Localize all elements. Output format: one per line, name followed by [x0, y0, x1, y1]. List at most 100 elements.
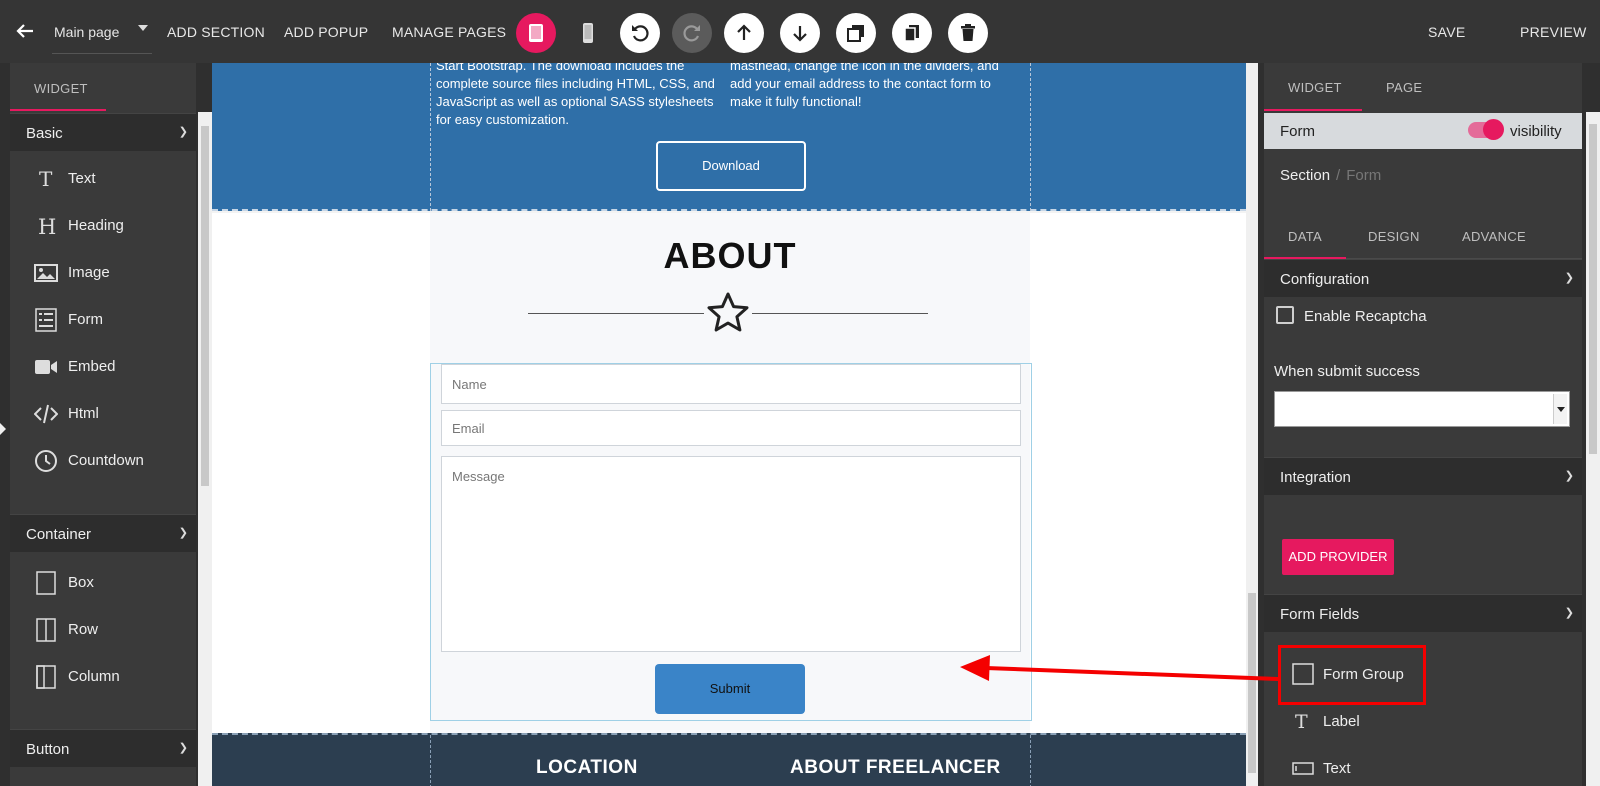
- back-arrow-icon[interactable]: [14, 20, 36, 42]
- breadcrumb-separator: /: [1336, 167, 1341, 184]
- chevron-down-icon: ❯: [1564, 470, 1574, 482]
- tab-advance[interactable]: ADVANCE: [1462, 229, 1526, 244]
- chevron-down-icon: ❯: [1564, 272, 1574, 284]
- field-text[interactable]: Text: [1264, 747, 1582, 786]
- field-label-item[interactable]: T Label: [1264, 700, 1582, 744]
- widget-row[interactable]: Row: [10, 610, 196, 650]
- copy-button[interactable]: [892, 13, 932, 53]
- configuration-section[interactable]: Configuration ❯: [1264, 259, 1582, 297]
- tab-widget[interactable]: WIDGET: [10, 63, 106, 111]
- form-icon: [35, 308, 57, 332]
- widget-label: Image: [68, 264, 110, 281]
- widget-label: Box: [68, 574, 94, 591]
- svg-text:H: H: [38, 215, 56, 238]
- trash-icon: [961, 24, 975, 41]
- form-fields-section[interactable]: Form Fields ❯: [1264, 594, 1582, 632]
- widget-label: Text: [68, 170, 96, 187]
- active-tab-indicator: [1264, 109, 1362, 111]
- preview-button[interactable]: PREVIEW: [1520, 24, 1587, 40]
- tab-design[interactable]: DESIGN: [1368, 229, 1420, 244]
- widget-label: Heading: [68, 217, 124, 234]
- divider-line: [752, 313, 928, 314]
- svg-text:T: T: [1295, 711, 1308, 732]
- widget-html[interactable]: Html: [10, 394, 196, 434]
- recaptcha-checkbox[interactable]: [1276, 306, 1294, 324]
- footer-about-heading: ABOUT FREELANCER: [790, 757, 1001, 778]
- chevron-down-icon: [138, 25, 148, 31]
- submit-success-label: When submit success: [1274, 363, 1420, 380]
- integration-section[interactable]: Integration ❯: [1264, 457, 1582, 495]
- breadcrumb-section[interactable]: Section: [1280, 167, 1330, 184]
- tab-widget[interactable]: WIDGET: [1288, 80, 1342, 95]
- hero-section[interactable]: Start Bootstrap. The download includes t…: [212, 63, 1246, 211]
- group-button-label: Button: [26, 741, 70, 758]
- download-button[interactable]: Download: [656, 141, 806, 191]
- duplicate-button[interactable]: [836, 13, 876, 53]
- chevron-down-icon: [1553, 394, 1567, 424]
- footer-section[interactable]: LOCATION ABOUT FREELANCER: [212, 733, 1246, 786]
- field-label: Label: [1323, 713, 1360, 730]
- submit-button[interactable]: Submit: [655, 664, 805, 714]
- scroll-thumb[interactable]: [201, 126, 209, 486]
- widget-column[interactable]: Column: [10, 657, 196, 697]
- tablet-view-button[interactable]: [516, 13, 556, 53]
- add-provider-button[interactable]: ADD PROVIDER: [1282, 539, 1394, 575]
- breadcrumb-form: Form: [1346, 167, 1382, 184]
- widget-label: Html: [68, 405, 99, 422]
- widget-label: Countdown: [68, 452, 144, 469]
- add-popup-button[interactable]: ADD POPUP: [284, 24, 368, 40]
- column-icon: [36, 665, 56, 689]
- top-toolbar: Main page ADD SECTION ADD POPUP MANAGE P…: [0, 0, 1600, 63]
- widget-label: Embed: [68, 358, 116, 375]
- name-field[interactable]: Name: [441, 364, 1021, 404]
- widget-text[interactable]: T Text: [10, 159, 196, 199]
- undo-button[interactable]: [620, 13, 660, 53]
- tab-page[interactable]: PAGE: [1386, 80, 1422, 95]
- scroll-thumb[interactable]: [1589, 124, 1597, 454]
- mobile-icon: [583, 23, 593, 43]
- text-icon: T: [1295, 711, 1308, 732]
- manage-pages-button[interactable]: MANAGE PAGES: [392, 24, 506, 40]
- video-icon: [35, 360, 57, 374]
- selected-element-header: Form visibility: [1264, 113, 1582, 149]
- group-button[interactable]: Button ❯: [10, 729, 196, 767]
- right-scrollbar[interactable]: [1586, 112, 1600, 786]
- panel-toggle-arrow-icon[interactable]: [0, 423, 6, 435]
- widget-box[interactable]: Box: [10, 563, 196, 603]
- submit-success-select[interactable]: [1274, 391, 1570, 427]
- contact-form[interactable]: Name Email Message Submit: [430, 363, 1032, 721]
- email-field[interactable]: Email: [441, 410, 1021, 446]
- group-basic[interactable]: Basic ❯: [10, 113, 196, 151]
- mobile-view-button[interactable]: [568, 13, 608, 53]
- field-label: Text: [1323, 760, 1351, 777]
- visibility-toggle[interactable]: [1468, 119, 1504, 140]
- widget-embed[interactable]: Embed: [10, 347, 196, 387]
- widget-image[interactable]: Image: [10, 253, 196, 293]
- chevron-down-icon: ❯: [178, 527, 188, 539]
- move-up-button[interactable]: [724, 13, 764, 53]
- widget-countdown[interactable]: Countdown: [10, 441, 196, 481]
- move-down-button[interactable]: [780, 13, 820, 53]
- image-icon: [34, 264, 58, 282]
- chevron-down-icon: ❯: [178, 126, 188, 138]
- toggle-knob: [1483, 119, 1504, 140]
- code-icon: [34, 404, 58, 424]
- widget-form[interactable]: Form: [10, 300, 196, 340]
- chevron-down-icon: ❯: [1564, 607, 1574, 619]
- text-icon: T: [39, 167, 53, 191]
- add-section-button[interactable]: ADD SECTION: [167, 24, 265, 40]
- page-select[interactable]: Main page: [52, 20, 152, 54]
- tab-data[interactable]: DATA: [1288, 229, 1322, 244]
- group-container[interactable]: Container ❯: [10, 514, 196, 552]
- annotation-highlight-box: [1278, 645, 1426, 705]
- column-guide: [430, 735, 431, 786]
- save-button[interactable]: SAVE: [1428, 24, 1466, 40]
- tablet-icon: [529, 24, 543, 42]
- widget-heading[interactable]: H Heading: [10, 206, 196, 246]
- page-select-value: Main page: [54, 24, 120, 40]
- left-scrollbar[interactable]: [198, 112, 212, 786]
- delete-button[interactable]: [948, 13, 988, 53]
- redo-button[interactable]: [672, 13, 712, 53]
- row-icon: [36, 618, 56, 642]
- message-field[interactable]: Message: [441, 456, 1021, 652]
